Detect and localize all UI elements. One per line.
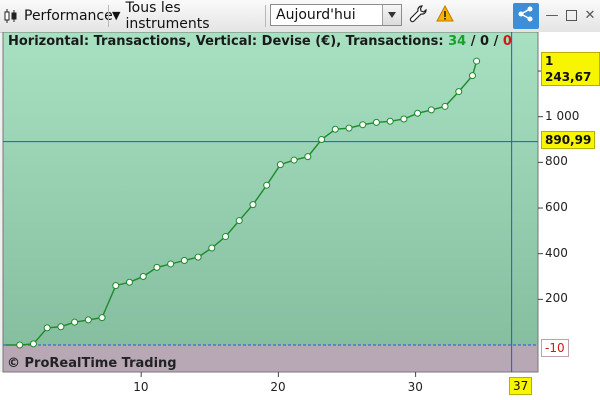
- data-point: [331, 125, 339, 133]
- maximize-icon[interactable]: [563, 6, 579, 24]
- chart-title: Horizontal: Transactions, Vertical: Devi…: [8, 34, 512, 49]
- period-value: Aujourd'hui: [276, 7, 356, 23]
- instruments-dropdown[interactable]: ▼ Tous les instruments: [112, 0, 262, 32]
- warning-button[interactable]: [436, 3, 454, 28]
- current-value-tag: 1 243,67: [541, 52, 600, 86]
- data-point: [400, 115, 408, 123]
- data-point: [167, 260, 175, 268]
- x-tick-label: 30: [407, 380, 423, 394]
- data-point: [318, 136, 326, 144]
- x-tick-label: 20: [270, 380, 286, 394]
- toolbar: Performance ▼ Tous les instruments Aujou…: [0, 0, 600, 33]
- data-point: [441, 102, 449, 110]
- x-tick-label: 10: [133, 380, 149, 394]
- wins-count: 34: [448, 34, 467, 49]
- data-point: [194, 253, 202, 261]
- performance-chart[interactable]: [0, 32, 600, 400]
- min-value-tag: -10: [541, 339, 569, 357]
- share-button[interactable]: [513, 3, 539, 29]
- wrench-icon: [408, 4, 428, 28]
- warning-icon: [436, 4, 454, 26]
- data-point: [359, 121, 367, 129]
- y-tick-label: 1 000: [545, 108, 580, 123]
- chevron-down-icon[interactable]: [382, 5, 401, 25]
- toolbar-divider: [108, 5, 109, 27]
- y-tick-label: 600: [545, 200, 568, 215]
- settings-button[interactable]: [405, 3, 431, 28]
- close-icon[interactable]: ✕: [582, 6, 598, 24]
- data-point: [98, 314, 106, 322]
- brand-label: © ProRealTime Trading: [7, 356, 177, 371]
- data-point: [345, 124, 353, 132]
- title-separator: /: [466, 34, 480, 49]
- candlestick-icon: [2, 7, 20, 25]
- period-select[interactable]: Aujourd'hui: [270, 4, 402, 26]
- y-tick-label: 400: [545, 245, 568, 260]
- performance-label: Performance: [24, 7, 113, 24]
- data-point: [427, 106, 435, 114]
- share-icon: [517, 5, 535, 27]
- data-point: [372, 118, 380, 126]
- performance-button[interactable]: Performance: [2, 3, 113, 28]
- minimize-icon[interactable]: —: [544, 6, 560, 24]
- losses-count: 0: [502, 34, 512, 49]
- data-point: [455, 88, 463, 96]
- title-separator: /: [489, 34, 503, 49]
- data-point: [222, 233, 230, 241]
- data-point: [235, 217, 243, 225]
- data-point: [180, 257, 188, 265]
- data-point: [276, 161, 284, 169]
- data-point: [263, 181, 271, 189]
- data-point: [71, 318, 79, 326]
- chevron-down-icon: ▼: [112, 9, 121, 22]
- data-point: [29, 340, 37, 348]
- data-point: [16, 341, 24, 349]
- data-point: [304, 153, 312, 161]
- data-point: [125, 278, 133, 286]
- data-point: [473, 57, 481, 65]
- data-point: [414, 109, 422, 117]
- cursor-x-tag: 37: [509, 377, 533, 395]
- data-point: [139, 273, 147, 281]
- positive-area: [3, 32, 538, 345]
- instruments-label: Tous les instruments: [125, 0, 210, 32]
- y-tick-label: 200: [545, 291, 568, 306]
- chart-title-prefix: Horizontal: Transactions, Vertical: Devi…: [8, 34, 449, 49]
- data-point: [208, 244, 216, 252]
- data-point: [57, 323, 65, 331]
- cursor-value-tag: 890,99: [541, 131, 596, 149]
- data-point: [112, 282, 120, 290]
- neutral-count: 0: [480, 34, 490, 49]
- y-tick-label: 800: [545, 154, 568, 169]
- data-point: [84, 316, 92, 324]
- data-point: [249, 201, 257, 209]
- data-point: [468, 72, 476, 80]
- data-point: [290, 156, 298, 164]
- performance-window: Performance ▼ Tous les instruments Aujou…: [0, 0, 600, 400]
- data-point: [43, 324, 51, 332]
- data-point: [386, 117, 394, 125]
- data-point: [153, 263, 161, 271]
- toolbar-divider: [265, 5, 266, 27]
